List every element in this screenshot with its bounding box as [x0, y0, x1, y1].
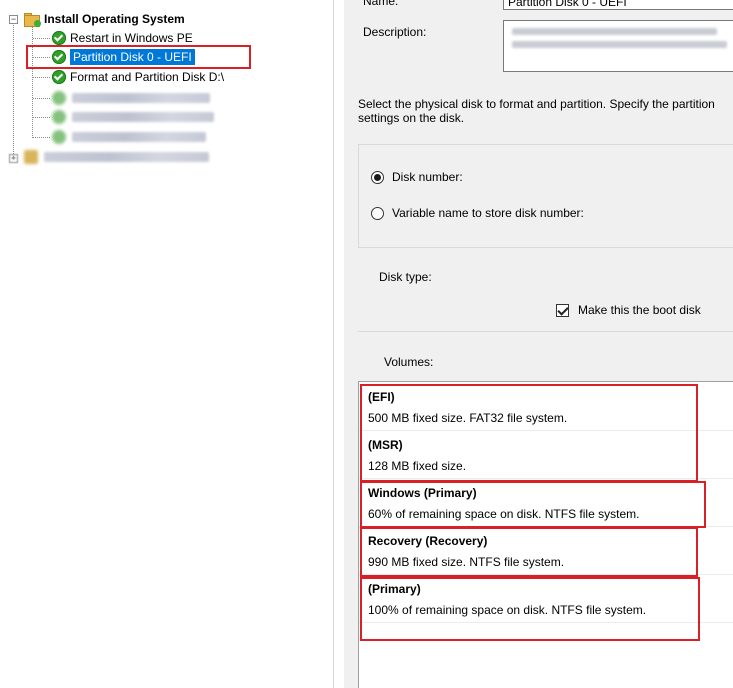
tree-root-label: Install Operating System — [44, 12, 185, 26]
volume-item-msr[interactable]: (MSR) 128 MB fixed size. — [359, 430, 733, 479]
volume-item-recovery[interactable]: Recovery (Recovery) 990 MB fixed size. N… — [359, 526, 733, 575]
volume-item-efi[interactable]: (EFI) 500 MB fixed size. FAT32 file syst… — [359, 382, 733, 431]
tree-item-redacted[interactable] — [52, 128, 206, 146]
step-icon — [52, 110, 66, 124]
step-icon — [52, 91, 66, 105]
description-label: Description: — [363, 25, 427, 39]
volumes-label: Volumes: — [384, 355, 434, 369]
disk-selection-group — [358, 144, 733, 248]
tree-item-label: Restart in Windows PE — [70, 31, 193, 45]
instruction-text: Select the physical disk to format and p… — [358, 97, 715, 125]
volume-desc: 500 MB fixed size. FAT32 file system. — [368, 411, 568, 425]
tree-connector — [33, 38, 50, 39]
tree-item-redacted[interactable] — [52, 89, 210, 107]
volume-title: Recovery (Recovery) — [368, 534, 488, 548]
volumes-list[interactable]: (EFI) 500 MB fixed size. FAT32 file syst… — [358, 381, 733, 688]
tree-item-format-disk-d[interactable]: Format and Partition Disk D:\ — [52, 68, 224, 86]
tree-item-redacted-group[interactable] — [24, 148, 209, 166]
volume-title: (Primary) — [368, 582, 421, 596]
tree-item-partition-disk-uefi[interactable]: Partition Disk 0 - UEFI — [52, 48, 195, 66]
volume-title: (MSR) — [368, 438, 403, 452]
task-sequence-tree: − Install Operating System Restart in Wi… — [0, 0, 334, 688]
volume-item-windows[interactable]: Windows (Primary) 60% of remaining space… — [359, 478, 733, 527]
volume-title: Windows (Primary) — [368, 486, 477, 500]
redacted-text — [512, 41, 727, 48]
variable-name-option[interactable]: Variable name to store disk number: — [371, 206, 584, 220]
volume-item-primary[interactable]: (Primary) 100% of remaining space on dis… — [359, 574, 733, 623]
description-field[interactable] — [503, 20, 733, 72]
tree-connector — [33, 77, 50, 78]
collapse-expander[interactable]: − — [9, 15, 18, 24]
check-success-icon — [52, 70, 66, 84]
check-success-icon — [52, 31, 66, 45]
disk-number-label: Disk number: — [392, 170, 463, 184]
boot-disk-label: Make this the boot disk — [578, 303, 701, 317]
redacted-label — [72, 93, 210, 103]
tree-item-redacted[interactable] — [52, 108, 214, 126]
redacted-label — [72, 112, 214, 122]
name-field[interactable]: Partition Disk 0 - UEFI — [503, 0, 733, 10]
step-icon — [52, 130, 66, 144]
tree-connector — [33, 98, 50, 99]
tree-connector — [33, 57, 50, 58]
volume-desc: 128 MB fixed size. — [368, 459, 467, 473]
expand-expander[interactable]: + — [9, 154, 18, 163]
name-label: Name: — [363, 0, 399, 8]
tree-connector — [33, 117, 50, 118]
radio-unselected-icon[interactable] — [371, 206, 384, 220]
disk-type-label: Disk type: — [379, 270, 432, 284]
volume-desc: 100% of remaining space on disk. NTFS fi… — [368, 603, 647, 617]
folder-group-icon — [24, 12, 41, 27]
check-success-icon — [52, 50, 66, 64]
section-divider — [358, 331, 733, 332]
name-value: Partition Disk 0 - UEFI — [508, 0, 627, 9]
tree-root-install-os[interactable]: Install Operating System — [24, 10, 185, 28]
volume-title: (EFI) — [368, 390, 395, 404]
folder-group-icon — [24, 150, 38, 164]
variable-name-label: Variable name to store disk number: — [392, 206, 584, 220]
volume-desc: 990 MB fixed size. NTFS file system. — [368, 555, 565, 569]
redacted-label — [72, 132, 206, 142]
tree-connector — [13, 22, 14, 158]
redacted-text — [512, 28, 717, 35]
tree-item-restart-winpe[interactable]: Restart in Windows PE — [52, 29, 193, 47]
volume-desc: 60% of remaining space on disk. NTFS fil… — [368, 507, 640, 521]
radio-selected-icon[interactable] — [371, 170, 384, 184]
tree-connector — [32, 26, 33, 138]
disk-number-option[interactable]: Disk number: — [371, 170, 463, 184]
pane-splitter[interactable] — [333, 0, 334, 688]
boot-disk-option[interactable]: Make this the boot disk — [556, 303, 701, 317]
checkbox-checked-icon[interactable] — [556, 303, 569, 317]
tree-connector — [33, 137, 50, 138]
redacted-label — [44, 152, 209, 162]
tree-item-label: Format and Partition Disk D:\ — [70, 70, 225, 84]
tree-item-label-selected: Partition Disk 0 - UEFI — [70, 49, 195, 65]
